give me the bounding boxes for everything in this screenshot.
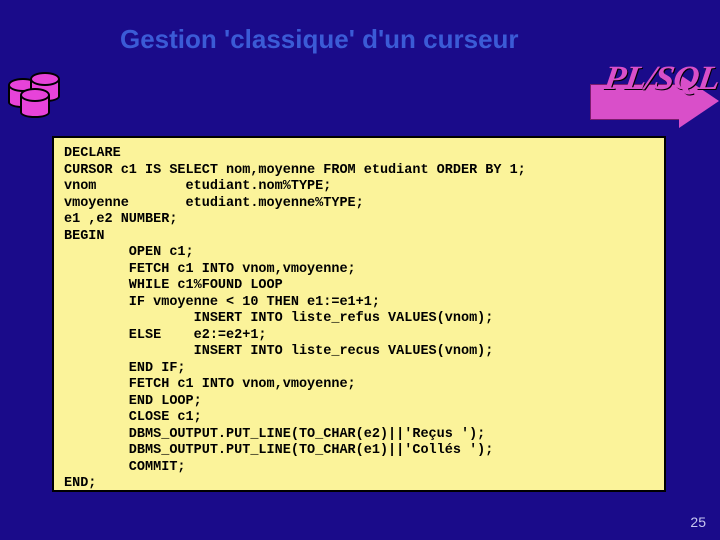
- plsql-label: PL/SQL: [601, 60, 720, 98]
- slide-title: Gestion 'classique' d'un curseur: [120, 24, 519, 55]
- page-number: 25: [690, 514, 706, 530]
- code-block: DECLARE CURSOR c1 IS SELECT nom,moyenne …: [52, 136, 666, 492]
- database-icon: [8, 74, 64, 124]
